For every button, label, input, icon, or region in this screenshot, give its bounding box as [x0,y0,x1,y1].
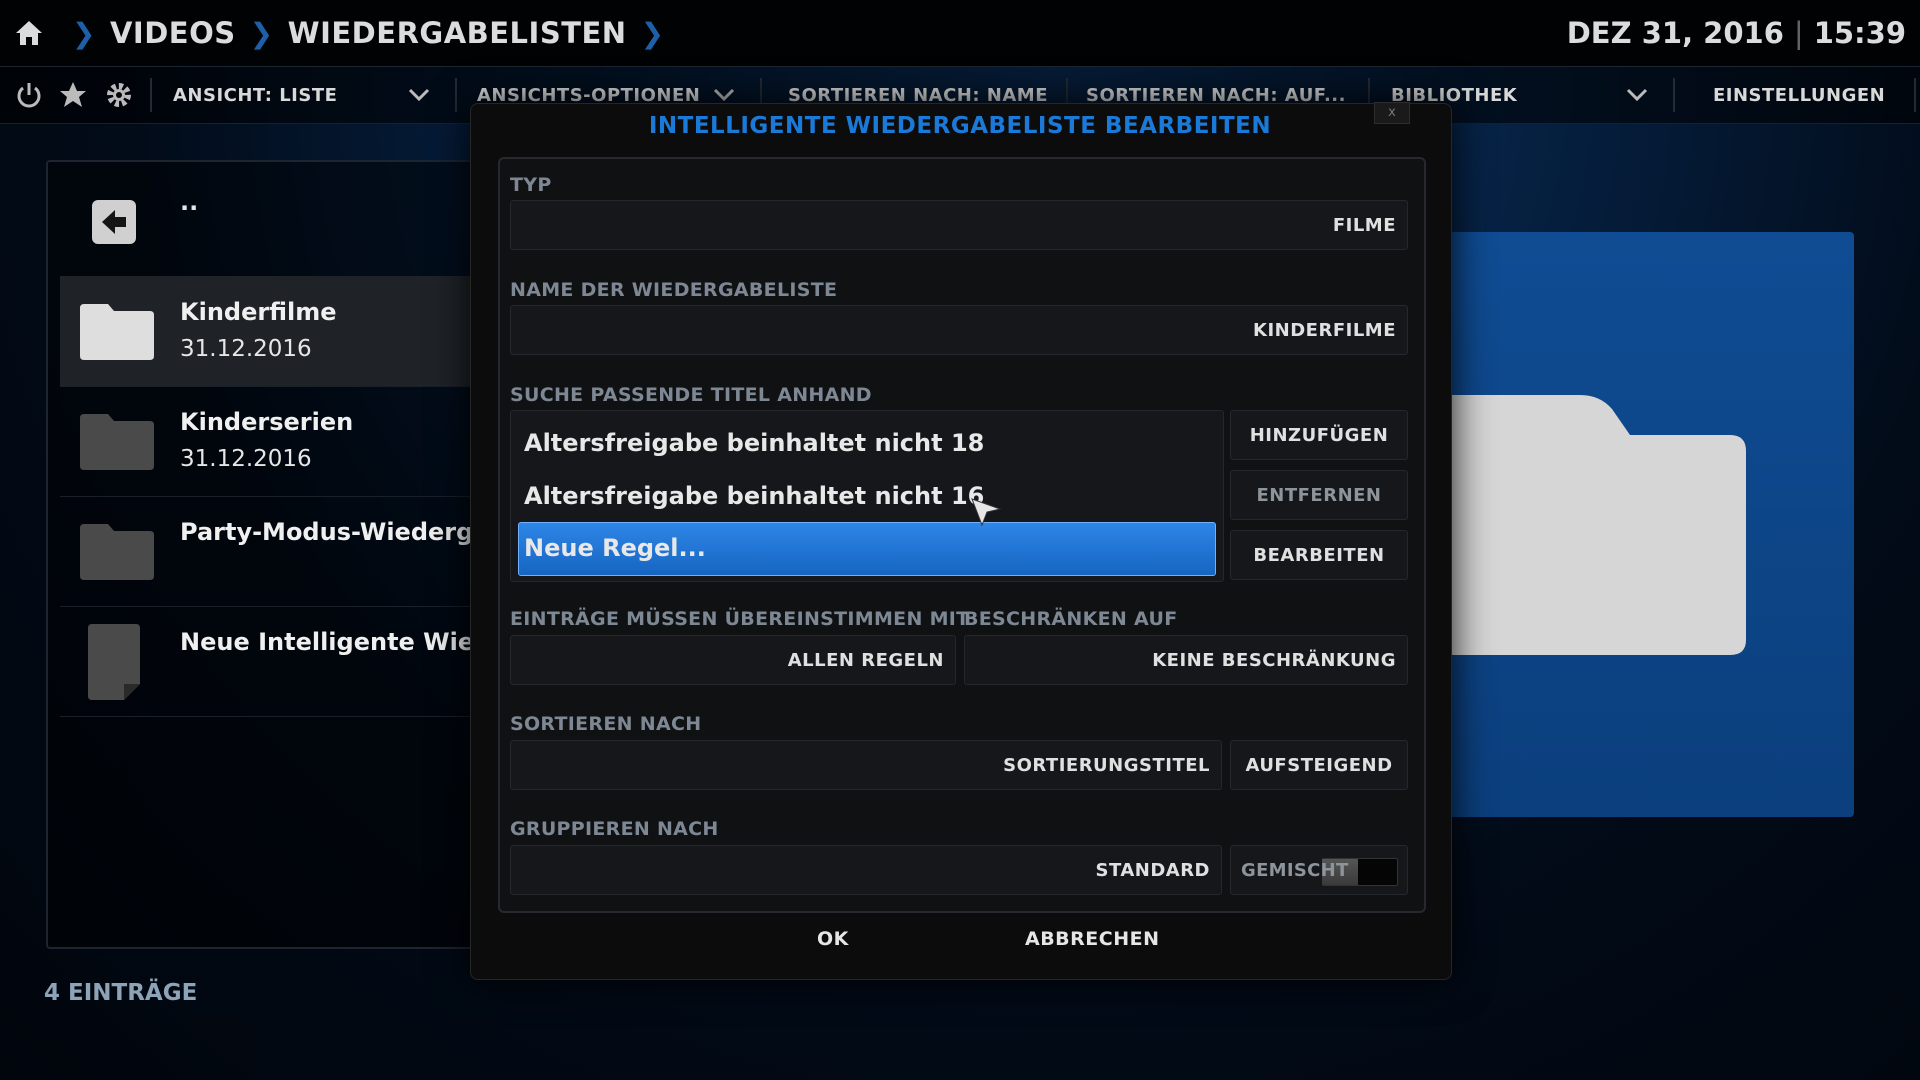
clock: 15:39 [1813,16,1906,50]
folder-icon [78,522,156,582]
mouse-cursor-icon [970,497,1002,529]
file-icon [84,624,144,704]
list-item-date: 31.12.2016 [180,336,312,362]
list-item-parent[interactable]: .. [60,166,486,276]
limit-label: BESCHRÄNKEN AUF [964,608,1178,630]
star-icon[interactable] [58,80,88,110]
chevron-down-icon[interactable] [408,83,430,105]
folder-icon [78,412,156,472]
power-icon[interactable] [14,80,44,110]
settings-button[interactable]: EINSTELLUNGEN [1713,67,1885,123]
home-icon[interactable] [14,18,44,48]
sort-field[interactable]: SORTIERUNGSTITEL [510,740,1222,790]
rule-item[interactable]: Altersfreigabe beinhaltet nicht 16 [524,482,984,510]
type-field[interactable]: FILME [510,200,1408,250]
date: DEZ 31, 2016 [1566,16,1784,50]
dialog-title: INTELLIGENTE WIEDERGABELISTE BEARBEITEN [648,113,1272,139]
back-arrow-icon [90,198,138,246]
match-label: EINTRÄGE MÜSSEN ÜBEREINSTIMMEN MIT [510,608,970,630]
date-time: DEZ 31, 2016 | 15:39 [1566,16,1906,50]
list-item-label: .. [180,188,199,216]
item-count: 4 EINTRÄGE [44,980,198,1006]
list-item-party-modus[interactable]: Party-Modus-Wiedergabeliste [60,496,581,606]
list-item-kinderfilme[interactable]: Kinderfilme 31.12.2016 [60,276,486,386]
mixed-label: GEMISCHT [1241,860,1349,881]
breadcrumb-playlists[interactable]: WIEDERGABELISTEN [288,16,627,50]
list-item-title: Kinderserien [180,408,354,436]
breadcrumb-separator: ❯ [640,16,665,50]
list-item-new-smart-playlist[interactable]: Neue Intelligente Wiedergabeliste... [60,606,672,716]
group-label: GRUPPIEREN NACH [510,818,719,840]
sort-direction-button[interactable]: AUFSTEIGEND [1230,740,1408,790]
folder-icon [78,302,156,362]
sort-label: SORTIEREN NACH [510,713,702,735]
playlist-name-field[interactable]: KINDERFILME [510,305,1408,355]
playlist-name-label: NAME DER WIEDERGABELISTE [510,279,838,301]
breadcrumb-separator: ❯ [72,16,96,50]
group-field[interactable]: STANDARD [510,845,1222,895]
match-field[interactable]: ALLEN REGELN [510,635,956,685]
view-mode-button[interactable]: ANSICHT: LISTE [173,67,337,123]
folder-icon [1430,395,1750,660]
rule-item[interactable]: Altersfreigabe beinhaltet nicht 18 [524,429,984,457]
type-label: TYP [510,174,552,196]
cancel-button[interactable]: ABBRECHEN [1025,928,1160,950]
ok-button[interactable]: OK [817,928,849,950]
list-item-kinderserien[interactable]: Kinderserien 31.12.2016 [60,386,486,496]
list-item-title: Kinderfilme [180,298,337,326]
chevron-down-icon[interactable] [1626,83,1648,105]
list-item-date: 31.12.2016 [180,446,312,472]
close-button[interactable]: x [1374,102,1410,124]
rule-item-new[interactable]: Neue Regel... [524,534,706,562]
add-rule-button[interactable]: HINZUFÜGEN [1230,410,1408,460]
edit-rule-button[interactable]: BEARBEITEN [1230,530,1408,580]
rules-label: SUCHE PASSENDE TITEL ANHAND [510,384,872,406]
breadcrumb-videos[interactable]: VIDEOS [110,16,236,50]
breadcrumb: ❯ VIDEOS ❯ WIEDERGABELISTEN ❯ [14,0,679,66]
gear-icon[interactable] [104,80,134,110]
chevron-down-icon[interactable] [713,83,735,105]
limit-field[interactable]: KEINE BESCHRÄNKUNG [964,635,1408,685]
remove-rule-button[interactable]: ENTFERNEN [1230,470,1408,520]
breadcrumb-separator: ❯ [249,16,274,50]
